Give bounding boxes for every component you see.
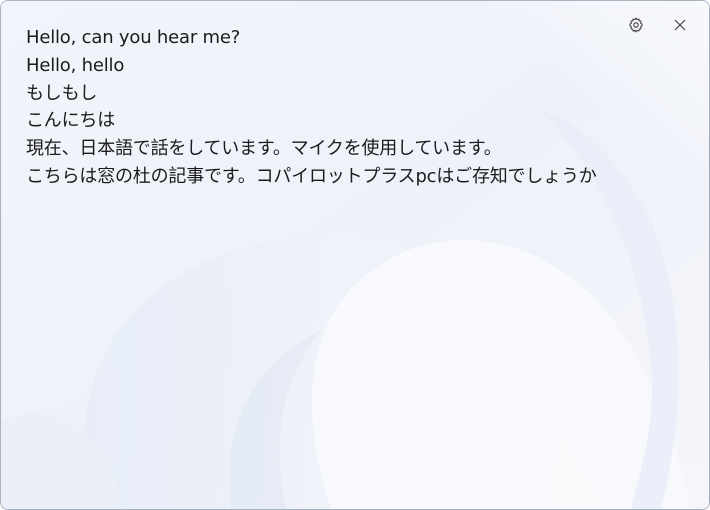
settings-button[interactable] bbox=[617, 11, 655, 39]
caption-line: Hello, can you hear me? bbox=[26, 27, 241, 48]
gear-icon bbox=[628, 17, 644, 33]
caption-line: Hello, hello bbox=[26, 54, 125, 76]
titlebar-buttons bbox=[617, 11, 699, 39]
caption-line: こちらは窓の杜の記事です。コパイロットプラスpcはご存知でしょうか bbox=[26, 165, 597, 187]
caption-line: こんにちは bbox=[26, 110, 115, 132]
close-icon bbox=[673, 18, 687, 32]
caption-transcript: Hello, can you hear me? Hello, hello もしも… bbox=[26, 24, 646, 191]
caption-line: もしもし bbox=[26, 82, 98, 104]
close-button[interactable] bbox=[661, 11, 699, 39]
live-captions-window: Hello, can you hear me? Hello, hello もしも… bbox=[0, 0, 710, 510]
caption-line: 現在、日本語で話をしています。マイクを使用しています。 bbox=[26, 138, 502, 160]
